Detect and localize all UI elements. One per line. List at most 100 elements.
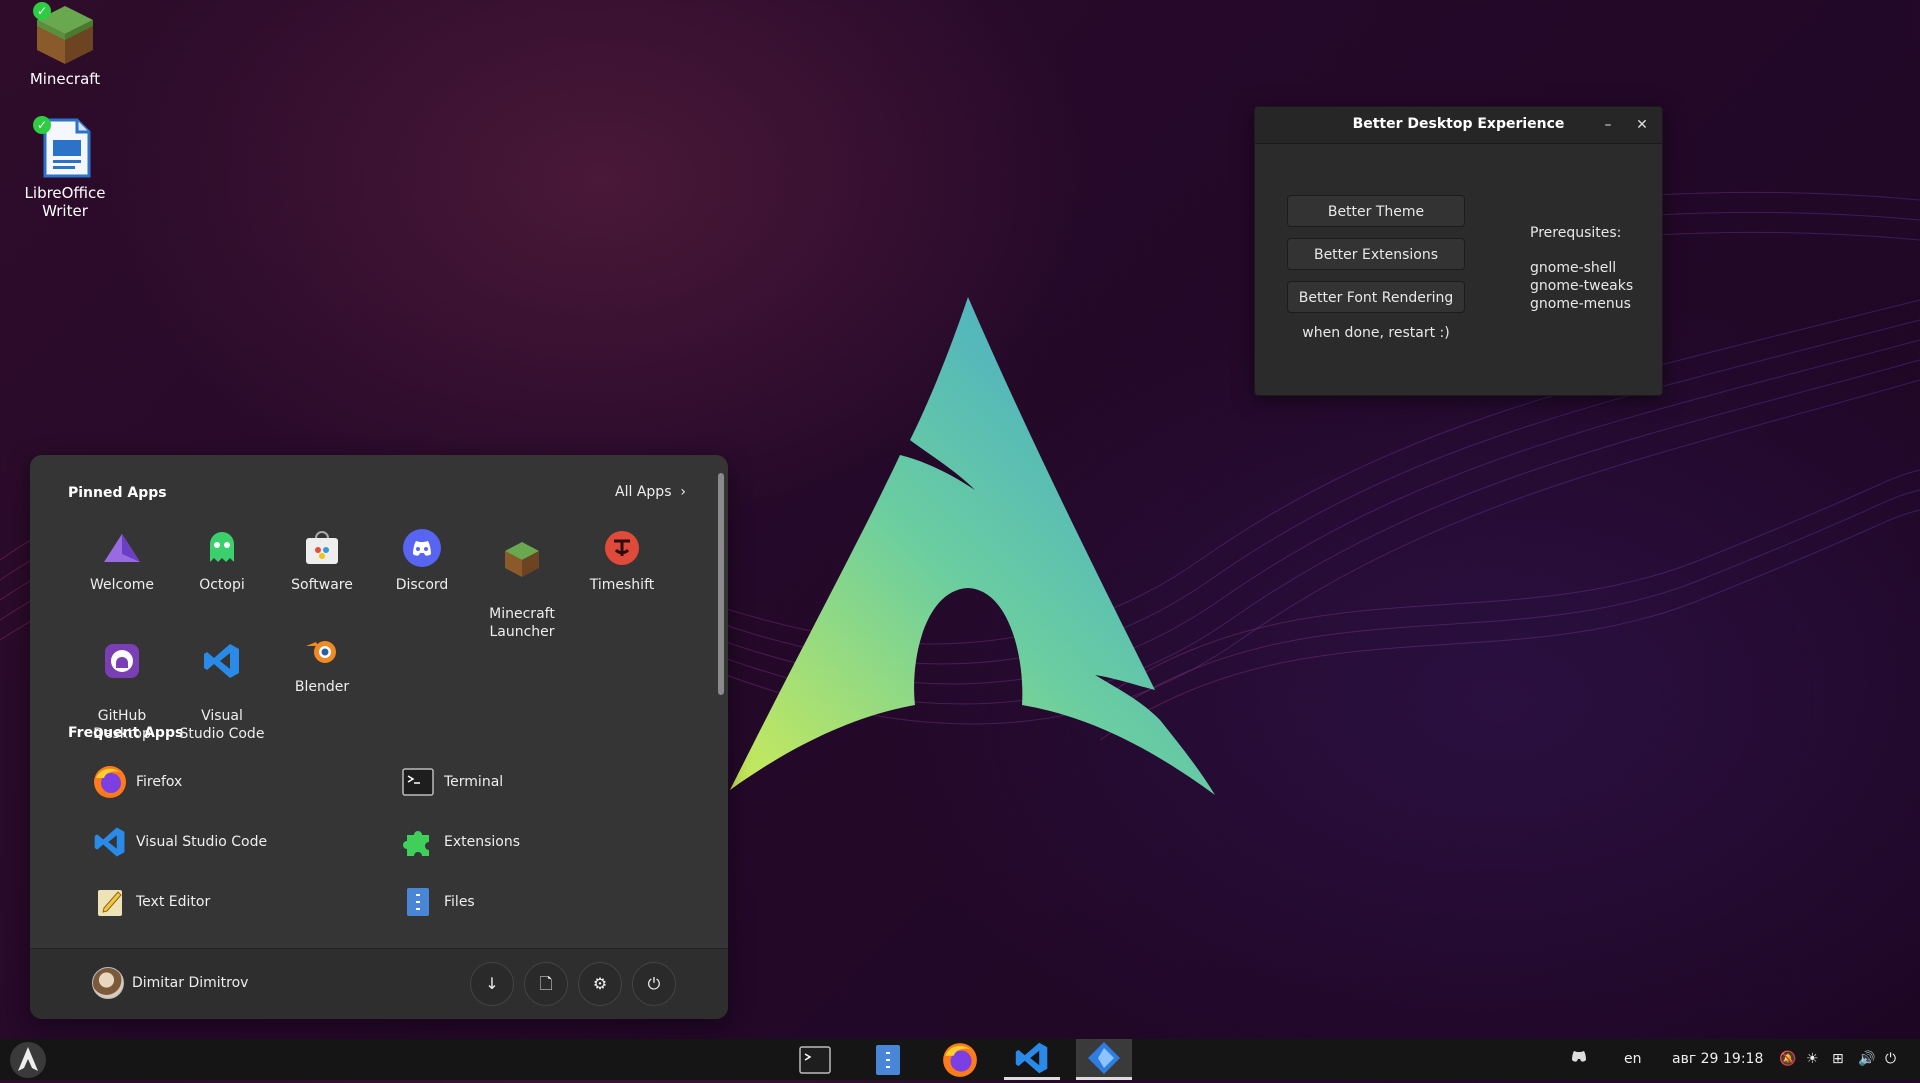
pinned-apps-title: Pinned Apps [68,485,167,501]
menu-footer: Dimitar Dimitrov ↓ 🗋 ⚙ ⏻ [30,948,728,1019]
frequent-app-label: Visual Studio Code [136,834,268,850]
files-icon [876,1044,900,1075]
pinned-app-minecraft-launcher[interactable]: Minecraft Launcher [472,521,572,659]
desktop-icon-label: Minecraft [29,70,101,88]
vscode-icon [1015,1042,1048,1074]
prereq-gnome-menus: gnome-menus [1530,296,1631,312]
blender-icon [302,630,342,670]
restart-note: when done, restart :) [1302,325,1450,341]
pinned-app-label: Blender [294,679,350,695]
settings-icon: ⚙ [592,974,608,993]
prerequisites-title: Prerequsites: [1530,225,1622,241]
documents-icon: 🗋 [539,974,553,993]
better-extensions-button[interactable]: Better Extensions [1287,238,1465,270]
notifications-off-icon[interactable]: 🔕 [1779,1039,1796,1080]
documents-button[interactable]: 🗋 [524,962,568,1006]
keyboard-layout[interactable]: en [1624,1039,1642,1080]
welcome-triangle-icon [102,528,142,568]
files-icon [400,884,436,920]
check-icon: ✓ [33,116,51,134]
octopi-icon [202,528,242,568]
taskbar-firefox[interactable] [932,1039,988,1080]
settings-button[interactable]: ⚙ [578,962,622,1006]
frequent-app-extensions[interactable]: Extensions [400,822,520,862]
power-button[interactable]: ⏻ [632,962,676,1006]
desktop-icon-libreoffice-writer[interactable]: ✓ LibreOffice Writer [0,116,130,220]
window-titlebar[interactable]: Better Desktop Experience – ✕ [1255,107,1662,144]
avatar [92,967,124,999]
downloads-button[interactable]: ↓ [470,962,514,1006]
menu-scrollbar[interactable] [718,473,724,695]
software-bag-icon [302,528,342,568]
vscode-icon [202,641,242,681]
taskbar-files[interactable] [860,1039,916,1080]
better-theme-button[interactable]: Better Theme [1287,195,1465,227]
brightness-icon[interactable]: ☀ [1806,1039,1819,1080]
prereq-gnome-tweaks: gnome-tweaks [1530,278,1634,294]
frequent-app-text-editor[interactable]: Text Editor [92,882,210,922]
frequent-app-files[interactable]: Files [400,882,475,922]
pinned-app-discord[interactable]: Discord [372,528,472,594]
frequent-app-label: Files [444,894,475,910]
better-desktop-experience-window: Better Desktop Experience – ✕ Better The… [1254,106,1663,396]
taskbar-better-desktop-experience[interactable] [1076,1039,1132,1080]
pinned-app-label: Visual Studio Code [179,708,265,742]
network-icon[interactable]: ⊞ [1832,1039,1844,1080]
close-button[interactable]: ✕ [1630,113,1654,137]
github-icon [102,641,142,681]
taskbar-terminal[interactable] [787,1039,843,1080]
terminal-icon [799,1045,831,1074]
frequent-app-label: Firefox [136,774,183,790]
pinned-app-label: Minecraft Launcher [489,606,555,640]
all-apps-label: All Apps [615,484,672,500]
minimize-button[interactable]: – [1596,113,1620,137]
arch-logo [730,297,1215,795]
pinned-app-software[interactable]: Software [272,528,372,594]
clock-time[interactable]: 19:18 [1723,1039,1763,1080]
better-font-rendering-button[interactable]: Better Font Rendering [1287,281,1465,313]
frequent-app-label: Text Editor [136,894,211,910]
app-launcher-button[interactable] [4,1041,52,1079]
desktop-icon-minecraft[interactable]: ✓ Minecraft [0,2,130,88]
frequent-apps-title: Frequent Apps [68,725,184,741]
power-icon: ⏻ [647,974,661,993]
pinned-app-visual-studio-code[interactable]: Visual Studio Code [172,623,272,761]
volume-icon[interactable]: 🔊 [1858,1039,1875,1080]
firefox-icon [92,764,128,800]
frequent-app-label: Terminal [444,774,504,790]
app-menu: Pinned Apps All Apps › Welcome Octopi So… [30,455,728,1019]
clock-date[interactable]: авг 29 [1672,1039,1718,1080]
frequent-app-terminal[interactable]: Terminal [400,762,503,802]
pinned-app-octopi[interactable]: Octopi [172,528,272,594]
user-account[interactable]: Dimitar Dimitrov [92,967,248,999]
pinned-app-timeshift[interactable]: Timeshift [572,528,672,594]
pinned-app-label: Octopi [199,577,245,593]
pinned-app-label: Welcome [89,577,155,593]
minecraft-grass-block-icon: ✓ [33,2,97,66]
pinned-app-label: Discord [395,577,449,593]
extensions-puzzle-icon [400,824,436,860]
arch-logo-icon [10,1042,46,1078]
vscode-icon [92,824,128,860]
check-icon: ✓ [33,2,51,20]
extension-app-icon [1088,1042,1120,1074]
terminal-icon [400,764,436,800]
power-icon[interactable]: ⏻ [1885,1039,1896,1080]
pinned-app-label: Timeshift [589,577,655,593]
pinned-app-blender[interactable]: Blender [272,630,372,696]
all-apps-button[interactable]: All Apps › [615,484,686,500]
taskbar-visual-studio-code[interactable] [1004,1039,1060,1080]
pinned-app-welcome[interactable]: Welcome [72,528,172,594]
discord-icon [1572,1051,1586,1062]
frequent-app-firefox[interactable]: Firefox [92,762,182,802]
timeshift-icon [602,528,642,568]
frequent-app-label: Extensions [444,834,521,850]
libreoffice-writer-icon: ✓ [33,116,97,180]
downloads-icon: ↓ [485,974,499,993]
prereq-gnome-shell: gnome-shell [1530,260,1617,276]
firefox-icon [943,1042,977,1077]
frequent-app-visual-studio-code[interactable]: Visual Studio Code [92,822,267,862]
pinned-app-label: Software [291,577,353,593]
user-name: Dimitar Dimitrov [132,975,249,991]
discord-tray-icon[interactable] [1570,1039,1588,1080]
